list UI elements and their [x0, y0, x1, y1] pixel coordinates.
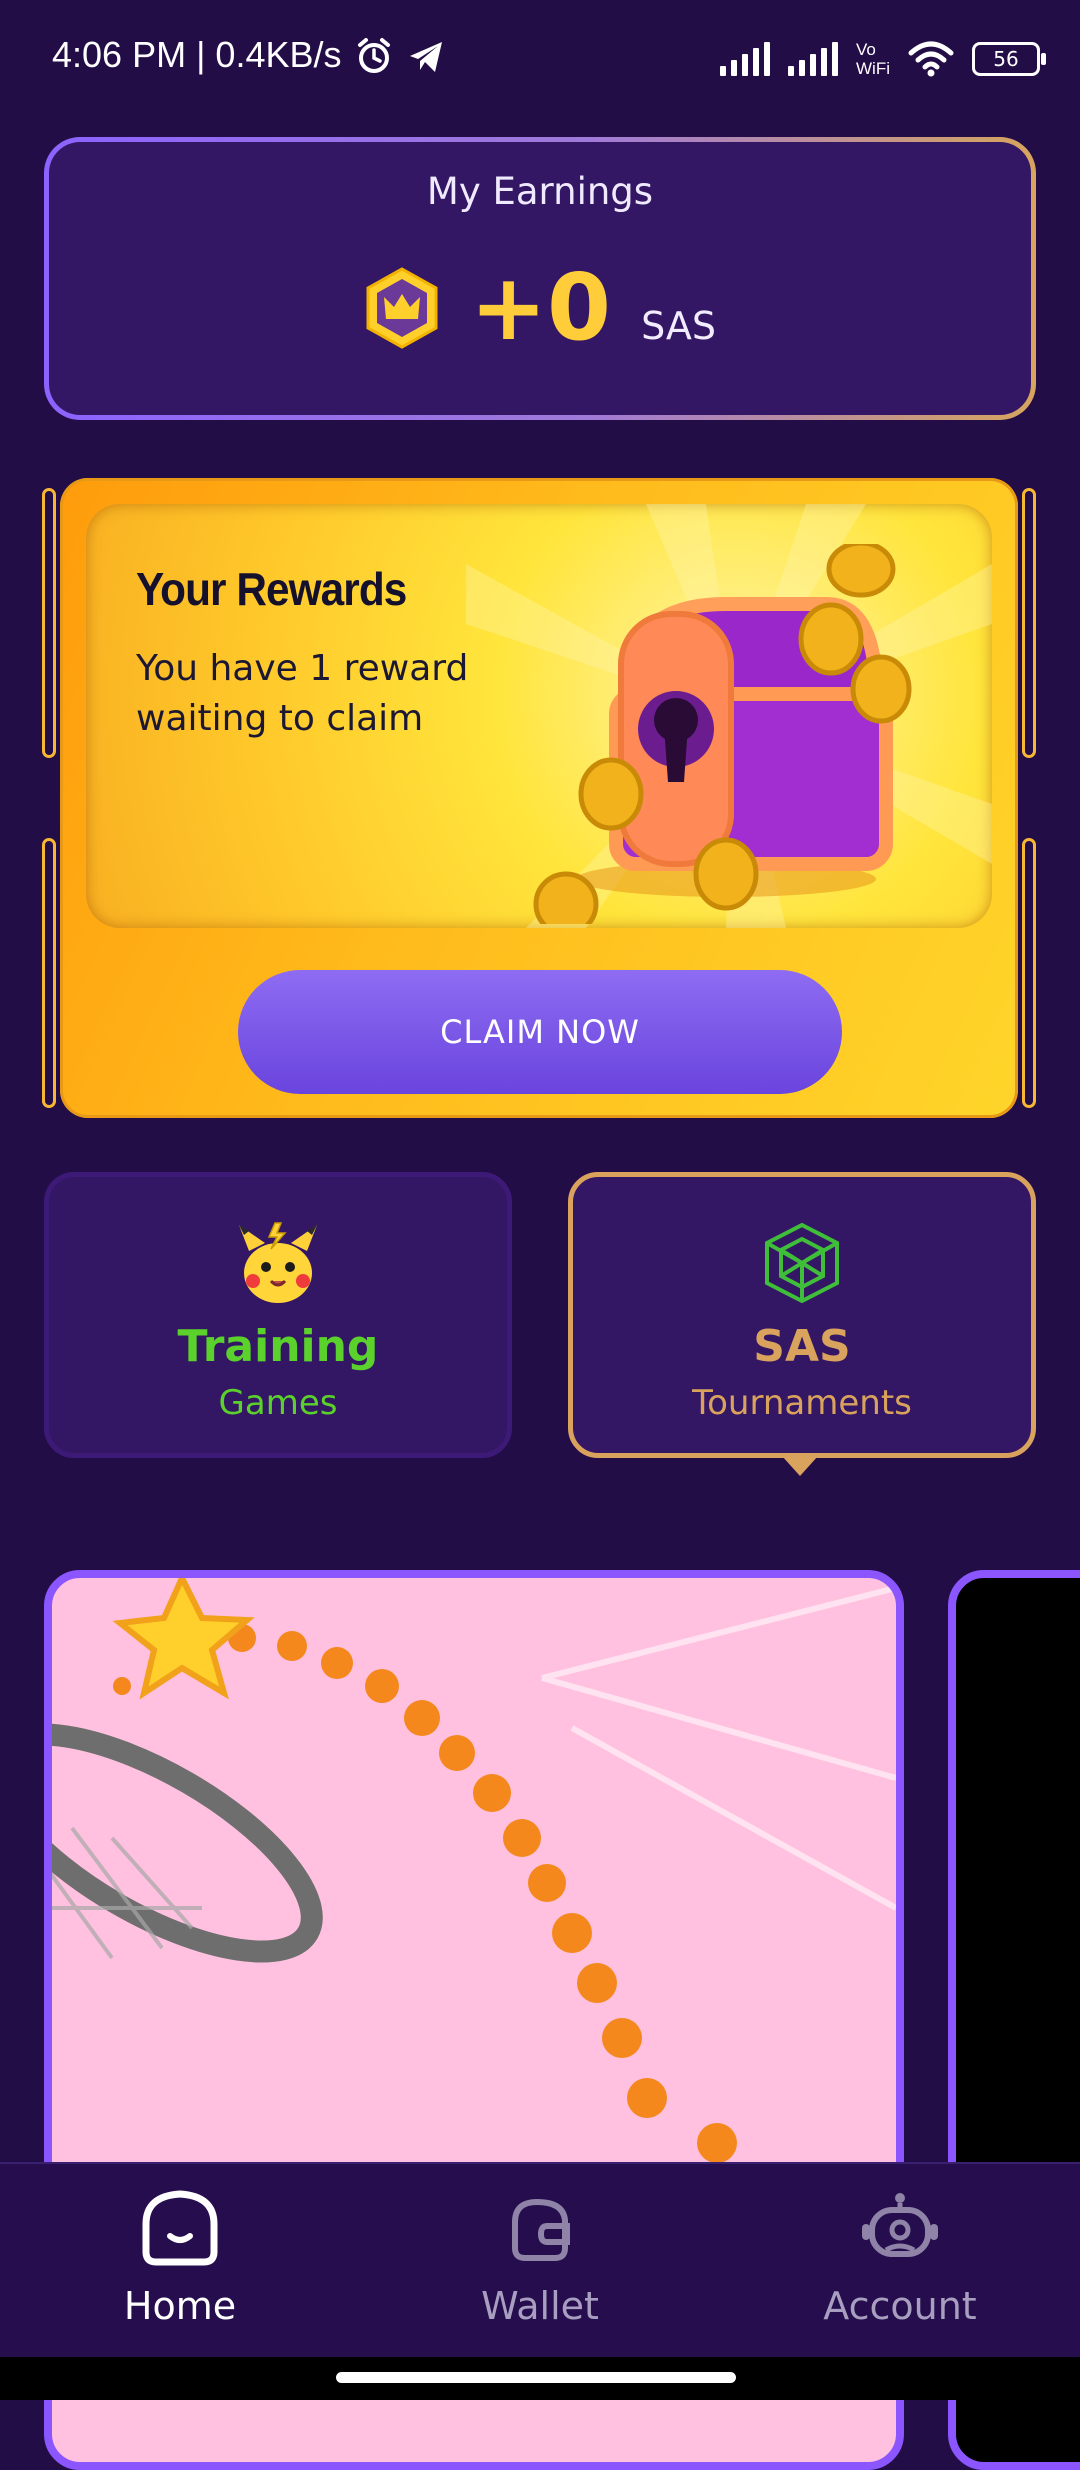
battery-level: 56	[993, 47, 1019, 71]
status-bar: 4:06 PM | 0.4KB/s Vo WiFi 56	[0, 0, 1080, 120]
wifi-icon	[908, 41, 954, 77]
cube-icon	[765, 1222, 839, 1304]
earnings-unit: SAS	[641, 304, 717, 348]
status-icons: Vo WiFi 56	[720, 34, 1046, 84]
alarm-icon	[358, 38, 390, 73]
crown-coin-icon	[366, 267, 438, 349]
telegram-icon	[410, 42, 442, 72]
earnings-value: +0	[469, 254, 612, 361]
nav-home[interactable]: Home	[0, 2164, 360, 2359]
rewards-title: Your Rewards	[136, 563, 407, 615]
tab-training-games[interactable]: Training Games	[44, 1172, 512, 1458]
battery-icon: 56	[972, 42, 1046, 76]
rewards-chain-left-top	[42, 488, 56, 758]
rewards-chain-left-bottom	[42, 838, 56, 1108]
nav-account[interactable]: Account	[720, 2164, 1080, 2359]
home-smile-icon	[142, 2190, 218, 2266]
pikachu-icon	[239, 1222, 317, 1303]
claim-now-button[interactable]: CLAIM NOW	[238, 970, 842, 1094]
earnings-title: My Earnings	[426, 170, 654, 213]
rewards-chain-right-top	[1022, 488, 1036, 758]
nav-home-label: Home	[123, 2284, 237, 2328]
nav-wallet[interactable]: Wallet	[360, 2164, 720, 2359]
rewards-banner: Your Rewards You have 1 reward waiting t…	[86, 504, 992, 928]
nav-wallet-label: Wallet	[481, 2284, 599, 2328]
earnings-card: My Earnings +0 SAS	[44, 137, 1036, 420]
tab-sas-tournaments[interactable]: SAS Tournaments	[568, 1172, 1036, 1458]
rewards-card: Your Rewards You have 1 reward waiting t…	[60, 478, 1018, 1118]
status-time: 4:06 PM | 0.4KB/s	[52, 34, 342, 75]
bottom-navigation: Home Wallet Account	[0, 2162, 1080, 2359]
tournaments-title: SAS	[753, 1321, 851, 1372]
wallet-icon	[512, 2198, 570, 2261]
home-indicator[interactable]	[336, 2372, 736, 2383]
selected-tab-pointer	[782, 1456, 818, 1476]
vowifi-label: Vo WiFi	[856, 40, 890, 78]
robot-account-icon	[862, 2193, 938, 2257]
treasure-chest-icon	[533, 544, 912, 924]
signal-icon-2	[788, 42, 839, 76]
signal-icon	[720, 42, 771, 76]
nav-account-label: Account	[823, 2284, 977, 2328]
rewards-chain-right-bottom	[1022, 838, 1036, 1108]
training-subtitle: Games	[218, 1383, 338, 1423]
earnings-row: +0 SAS	[49, 262, 1031, 354]
rewards-description: You have 1 reward waiting to claim	[136, 648, 469, 739]
tournaments-subtitle: Tournaments	[692, 1383, 912, 1423]
training-title: Training	[177, 1321, 379, 1372]
